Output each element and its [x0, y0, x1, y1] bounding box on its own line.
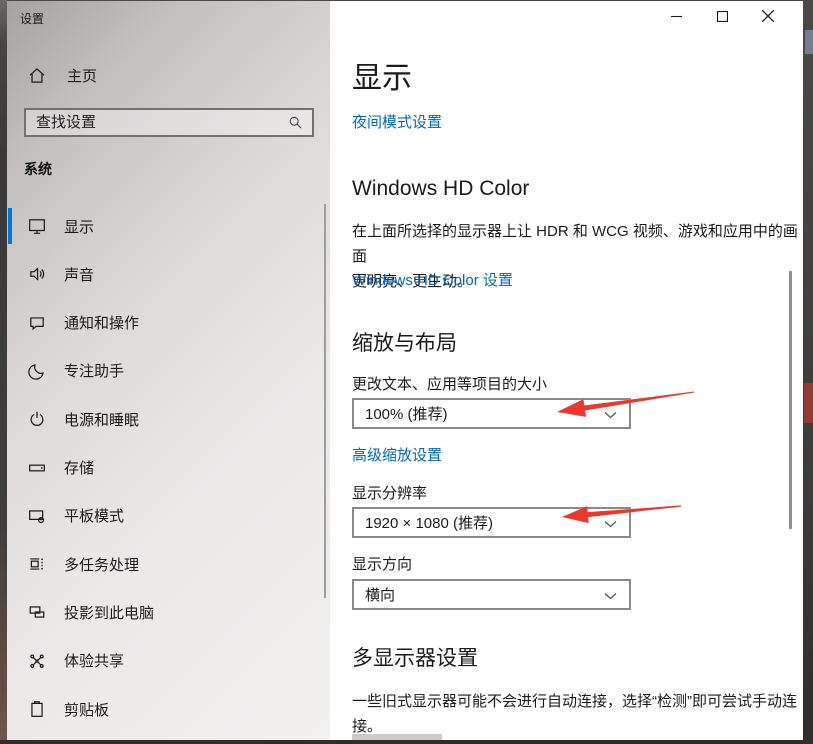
sidebar-item-tablet-mode[interactable]: 平板模式	[7, 495, 330, 537]
minimize-button[interactable]	[653, 1, 699, 31]
sidebar-item-label: 显示	[64, 216, 94, 237]
app-title: 设置	[20, 10, 44, 27]
sidebar-item-label: 专注助手	[64, 360, 124, 381]
clipboard-icon	[28, 700, 46, 718]
multitask-icon	[28, 555, 46, 573]
scale-size-label: 更改文本、应用等项目的大小	[352, 373, 547, 394]
page-title: 显示	[352, 53, 412, 97]
sidebar-item-focus-assist[interactable]: 专注助手	[7, 350, 330, 392]
sidebar-item-label: 投影到此电脑	[64, 602, 154, 623]
sidebar-item-label: 平板模式	[64, 505, 124, 526]
sidebar-item-label: 剪贴板	[64, 699, 109, 720]
search-input[interactable]	[26, 114, 288, 131]
orientation-label: 显示方向	[352, 553, 412, 574]
settings-window: 设置 主页 系统 显示声音通知和操作专注助手电源和睡眠存储平板模式	[7, 0, 803, 740]
desktop-edge-right	[803, 0, 813, 744]
selected-indicator	[8, 208, 12, 244]
focus-assist-icon	[28, 362, 46, 380]
chevron-down-icon	[604, 592, 617, 601]
desktop-edge-left	[0, 0, 7, 744]
search-icon	[288, 115, 303, 130]
sidebar-item-shared-exp[interactable]: 体验共享	[7, 640, 330, 682]
sidebar-item-projecting[interactable]: 投影到此电脑	[7, 591, 330, 633]
orientation-dropdown[interactable]: 横向	[352, 579, 631, 610]
maximize-button[interactable]	[699, 1, 745, 31]
scale-dropdown-value: 100% (推荐)	[365, 403, 448, 424]
sidebar-item-label: 存储	[64, 457, 94, 478]
sidebar-item-display[interactable]: 显示	[7, 205, 330, 247]
hd-color-heading: Windows HD Color	[352, 177, 529, 201]
sidebar-item-label: 通知和操作	[64, 312, 139, 333]
sidebar-item-notifications[interactable]: 通知和操作	[7, 302, 330, 344]
storage-icon	[28, 459, 46, 477]
window-controls	[653, 1, 791, 31]
tablet-icon	[28, 507, 46, 525]
sidebar-item-clipboard[interactable]: 剪贴板	[7, 688, 330, 730]
display-icon	[28, 217, 46, 235]
scale-dropdown[interactable]: 100% (推荐)	[352, 398, 631, 429]
resolution-dropdown-value: 1920 × 1080 (推荐)	[365, 512, 493, 533]
sidebar: 设置 主页 系统 显示声音通知和操作专注助手电源和睡眠存储平板模式	[7, 1, 330, 740]
share-icon	[28, 652, 46, 670]
sidebar-item-sound[interactable]: 声音	[7, 253, 330, 295]
sidebar-home-label: 主页	[67, 65, 97, 86]
project-icon	[28, 603, 46, 621]
sidebar-item-home[interactable]: 主页	[21, 59, 311, 91]
search-box	[24, 108, 314, 137]
sidebar-item-storage[interactable]: 存储	[7, 447, 330, 489]
resolution-dropdown[interactable]: 1920 × 1080 (推荐)	[352, 507, 631, 538]
sidebar-section-system: 系统	[24, 159, 52, 179]
sidebar-item-power-sleep[interactable]: 电源和睡眠	[7, 398, 330, 440]
sidebar-item-label: 多任务处理	[64, 554, 139, 575]
resolution-label: 显示分辨率	[352, 482, 427, 503]
notifications-icon	[28, 314, 46, 332]
sidebar-item-multitasking[interactable]: 多任务处理	[7, 543, 330, 585]
power-icon	[28, 410, 46, 428]
background-window-fragment	[804, 383, 813, 423]
main-pane: 显示 夜间模式设置 Windows HD Color 在上面所选择的显示器上让 …	[330, 1, 803, 740]
background-window-fragment	[805, 30, 813, 54]
multi-display-description: 一些旧式显示器可能不会进行自动连接，选择“检测”即可尝试手动连 接。	[352, 689, 803, 739]
main-scrollbar[interactable]	[789, 271, 792, 529]
sidebar-item-label: 体验共享	[64, 650, 124, 671]
sidebar-item-label: 声音	[64, 264, 94, 285]
scale-layout-heading: 缩放与布局	[352, 327, 457, 357]
orientation-dropdown-value: 横向	[365, 584, 395, 605]
hd-color-settings-link[interactable]: Windows HD Color 设置	[352, 269, 513, 290]
home-icon	[28, 66, 46, 84]
screenshot-stage: 设置 主页 系统 显示声音通知和操作专注助手电源和睡眠存储平板模式	[0, 0, 813, 744]
night-light-settings-link[interactable]: 夜间模式设置	[352, 111, 442, 132]
chevron-down-icon	[604, 520, 617, 529]
chevron-down-icon	[604, 411, 617, 420]
sound-icon	[28, 265, 46, 283]
advanced-scaling-link[interactable]: 高级缩放设置	[352, 444, 442, 465]
close-button[interactable]	[745, 1, 791, 31]
sidebar-item-label: 电源和睡眠	[64, 409, 139, 430]
desktop-edge-bottom	[0, 740, 813, 744]
sidebar-scrollbar[interactable]	[324, 204, 326, 598]
multi-display-heading: 多显示器设置	[352, 642, 478, 672]
